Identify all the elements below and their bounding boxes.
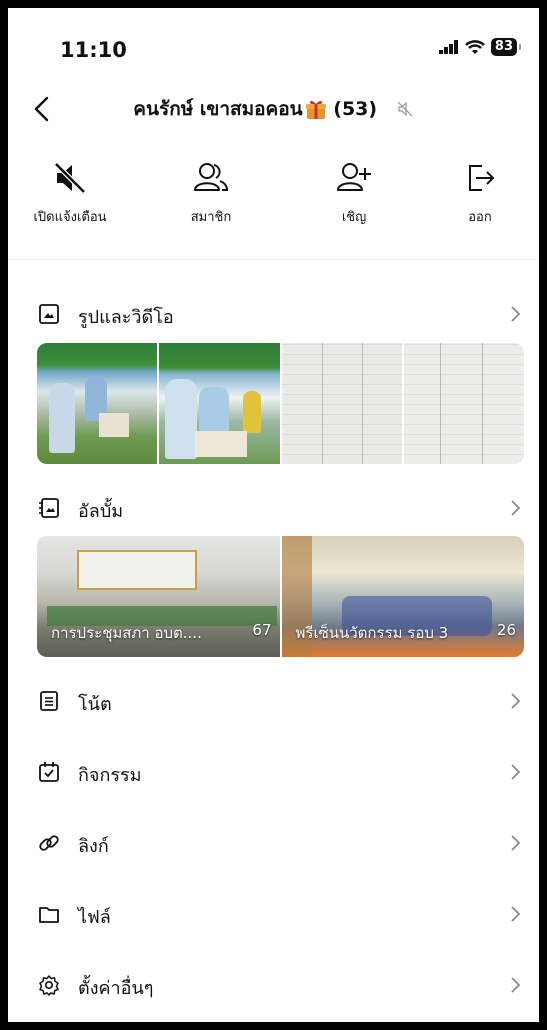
image-icon: [39, 304, 59, 324]
notification-toggle-label: เปิดแจ้งเตือน: [33, 210, 107, 225]
album-name: การประชุมสภา อบต....: [51, 624, 202, 642]
albums-label: อัลบั้ม: [78, 501, 124, 522]
photo-thumbnail[interactable]: [281, 343, 402, 464]
gear-icon: [39, 975, 59, 996]
status-bar: 11:10 83: [8, 8, 539, 80]
members-button[interactable]: สมาชิก: [156, 160, 266, 227]
wifi-icon: [465, 39, 485, 54]
group-name: คนรักษ์ เขาสมอคอน: [133, 98, 303, 120]
header: คนรักษ์ เขาสมอคอน (53): [8, 88, 539, 132]
action-bar: เปิดแจ้งเตือน สมาชิก เชิญ ออก: [8, 160, 539, 240]
album-card[interactable]: พรีเซ็นนวัตกรรม รอบ 3 26: [281, 536, 524, 657]
signal-icon: [438, 40, 458, 54]
events-label: กิจกรรม: [78, 765, 142, 786]
divider: [8, 259, 539, 260]
speaker-muted-icon: [54, 162, 86, 194]
photo-thumbnails: [37, 343, 524, 464]
note-icon: [40, 691, 58, 711]
calendar-check-icon: [39, 762, 59, 782]
leave-label: ออก: [468, 210, 492, 225]
other-settings-row[interactable]: ตั้งค่าอื่นๆ: [8, 962, 539, 1010]
folder-icon: [39, 907, 59, 923]
invite-label: เชิญ: [341, 210, 367, 225]
invite-button[interactable]: เชิญ: [299, 160, 409, 227]
status-time: 11:10: [60, 38, 127, 62]
albums-row[interactable]: อัลบั้ม: [8, 485, 539, 533]
album-thumbnails: การประชุมสภา อบต.... 67 พรีเซ็นนวัตกรรม …: [37, 536, 524, 657]
album-name: พรีเซ็นนวัตกรรม รอบ 3: [295, 624, 449, 642]
files-label: ไฟล์: [78, 907, 111, 928]
files-row[interactable]: ไฟล์: [8, 891, 539, 939]
chevron-right-icon: [511, 977, 521, 993]
chevron-right-icon: [511, 835, 521, 851]
battery-indicator: 83: [490, 38, 522, 56]
chevron-right-icon: [511, 906, 521, 922]
members-icon: [194, 163, 229, 191]
group-info-screen: 11:10 83 คนรักษ์ เขาสมอคอน (53) เปิดแจ้ง…: [8, 8, 539, 1022]
chevron-right-icon: [511, 693, 521, 709]
photos-videos-row[interactable]: รูปและวิดีโอ: [8, 291, 539, 339]
chevron-right-icon: [511, 764, 521, 780]
notes-row[interactable]: โน้ต: [8, 678, 539, 726]
leave-button[interactable]: ออก: [425, 160, 535, 227]
other-settings-label: ตั้งค่าอื่นๆ: [78, 978, 154, 999]
members-label: สมาชิก: [190, 210, 232, 225]
links-row[interactable]: ลิงก์: [8, 820, 539, 868]
add-person-icon: [337, 163, 371, 191]
album-count: 67: [252, 621, 272, 639]
notification-toggle-button[interactable]: เปิดแจ้งเตือน: [15, 160, 125, 227]
mute-indicator-icon: [397, 101, 413, 117]
album-card[interactable]: การประชุมสภา อบต.... 67: [37, 536, 280, 657]
chevron-right-icon: [511, 306, 521, 322]
exit-icon: [469, 165, 495, 191]
photo-thumbnail[interactable]: [37, 343, 158, 464]
gift-icon: [305, 100, 326, 119]
link-icon: [39, 835, 59, 851]
member-count: (53): [333, 98, 378, 120]
album-count: 26: [496, 621, 516, 639]
chevron-right-icon: [511, 500, 521, 516]
photos-videos-label: รูปและวิดีโอ: [78, 307, 174, 328]
notes-label: โน้ต: [78, 694, 112, 715]
album-icon: [39, 498, 59, 518]
links-label: ลิงก์: [78, 836, 109, 857]
photo-thumbnail[interactable]: [159, 343, 280, 464]
events-row[interactable]: กิจกรรม: [8, 749, 539, 797]
photo-thumbnail[interactable]: [403, 343, 524, 464]
page-title: คนรักษ์ เขาสมอคอน (53): [8, 94, 539, 124]
